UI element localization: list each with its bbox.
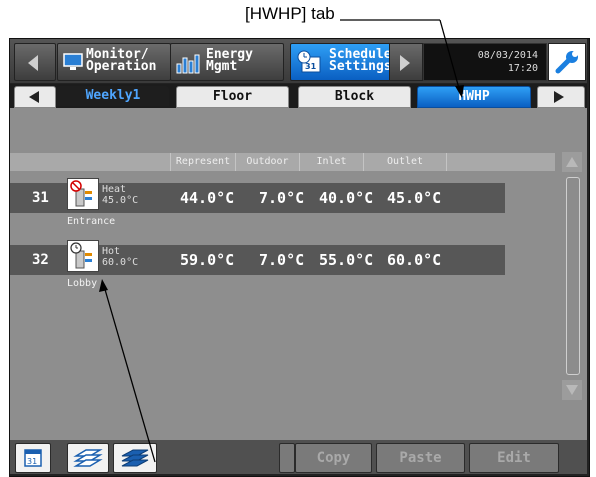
outdoor-temp: 7.0°C	[259, 189, 305, 207]
unit-mode: Heat	[102, 184, 127, 195]
down-arrow-icon	[566, 385, 578, 395]
copy-button[interactable]: Copy	[295, 443, 372, 473]
inlet-temp: 55.0°C	[319, 251, 374, 269]
copy-indicator	[279, 443, 295, 473]
calendar-icon: 31	[24, 449, 42, 467]
column-header-row: Represent Outdoor Inlet Outlet	[10, 153, 555, 171]
tab-floor[interactable]: Floor	[176, 86, 289, 108]
outlet-temp: 45.0°C	[387, 189, 442, 207]
svg-text:31: 31	[305, 62, 317, 71]
unit-mode-block: Hot 60.0°C	[102, 246, 138, 268]
unit-row[interactable]: 31 Heat 45.0°C 44.0°C 7.0°C 40.0°C 45.0°…	[10, 178, 505, 213]
calendar-view-button[interactable]: 31	[15, 443, 51, 473]
date-text: 08/03/2014	[477, 50, 538, 61]
tab-prev-button[interactable]	[14, 86, 56, 108]
wrench-icon	[555, 51, 578, 74]
next-menu-button[interactable]	[389, 43, 423, 81]
edit-button[interactable]: Edit	[469, 443, 559, 473]
tab-next-button[interactable]	[537, 86, 585, 108]
outdoor-temp: 7.0°C	[259, 251, 305, 269]
forward-arrow-icon	[400, 55, 410, 71]
energy-mgmt-button[interactable]: Energy Mgmt	[170, 43, 284, 81]
column-inlet: Inlet	[299, 153, 363, 171]
monitor-operation-button[interactable]: Monitor/ Operation	[57, 43, 171, 81]
represent-temp: 59.0°C	[180, 251, 235, 269]
outlet-temp: 60.0°C	[387, 251, 442, 269]
up-arrow-icon	[566, 157, 578, 167]
column-represent: Represent	[170, 153, 235, 171]
layers-filled-icon	[121, 449, 149, 467]
monitor-operation-label: Monitor/ Operation	[86, 47, 157, 74]
paste-button[interactable]: Paste	[376, 443, 465, 473]
heat-pump-prohibited-icon	[70, 180, 92, 207]
unit-row[interactable]: 32 Hot 60.0°C 59.0°C 7.0°C 55.0°C 60.0°C	[10, 240, 505, 275]
schedule-settings-label: Schedule Settings	[329, 47, 392, 74]
hwhp-tab-callout: [HWHP] tab	[245, 4, 335, 23]
floor-layout-button[interactable]	[67, 443, 109, 473]
unit-number: 32	[32, 252, 49, 268]
unit-status-button[interactable]	[67, 240, 99, 272]
represent-temp: 44.0°C	[180, 189, 235, 207]
energy-mgmt-label: Energy Mgmt	[206, 47, 253, 74]
layers-outline-icon	[73, 449, 103, 467]
scrollbar-track[interactable]	[566, 177, 580, 375]
scroll-up-button[interactable]	[562, 152, 582, 172]
unit-name-label: Lobby	[67, 278, 98, 289]
bar-chart-icon	[176, 54, 200, 74]
tab-weekly1[interactable]: Weekly1	[57, 86, 169, 106]
inlet-temp: 40.0°C	[319, 189, 374, 207]
left-arrow-icon	[29, 91, 39, 103]
column-outdoor: Outdoor	[235, 153, 299, 171]
unit-number: 31	[32, 190, 49, 206]
unit-name-label: Entrance	[67, 216, 116, 227]
unit-mode-block: Heat 45.0°C	[102, 184, 138, 206]
tab-block[interactable]: Block	[298, 86, 411, 108]
column-outlet: Outlet	[363, 153, 446, 171]
calendar-clock-icon: 31	[297, 50, 321, 73]
unit-setpoint: 45.0°C	[102, 195, 139, 206]
list-layout-button[interactable]	[113, 443, 157, 473]
time-text: 17:20	[507, 63, 538, 74]
heat-pump-timer-icon	[70, 242, 92, 269]
date-time-display: 08/03/2014 17:20	[423, 43, 547, 81]
back-arrow-icon	[28, 55, 38, 71]
right-arrow-icon	[554, 91, 564, 103]
tab-hwhp[interactable]: HWHP	[417, 86, 531, 108]
scroll-down-button[interactable]	[562, 380, 582, 400]
maintenance-button[interactable]	[548, 43, 586, 81]
unit-status-button[interactable]	[67, 178, 99, 210]
column-empty	[446, 153, 507, 171]
unit-setpoint: 60.0°C	[102, 257, 139, 268]
back-button[interactable]	[14, 43, 56, 81]
calendar-day-text: 31	[27, 457, 37, 466]
unit-mode: Hot	[102, 246, 121, 257]
monitor-icon	[63, 53, 83, 70]
